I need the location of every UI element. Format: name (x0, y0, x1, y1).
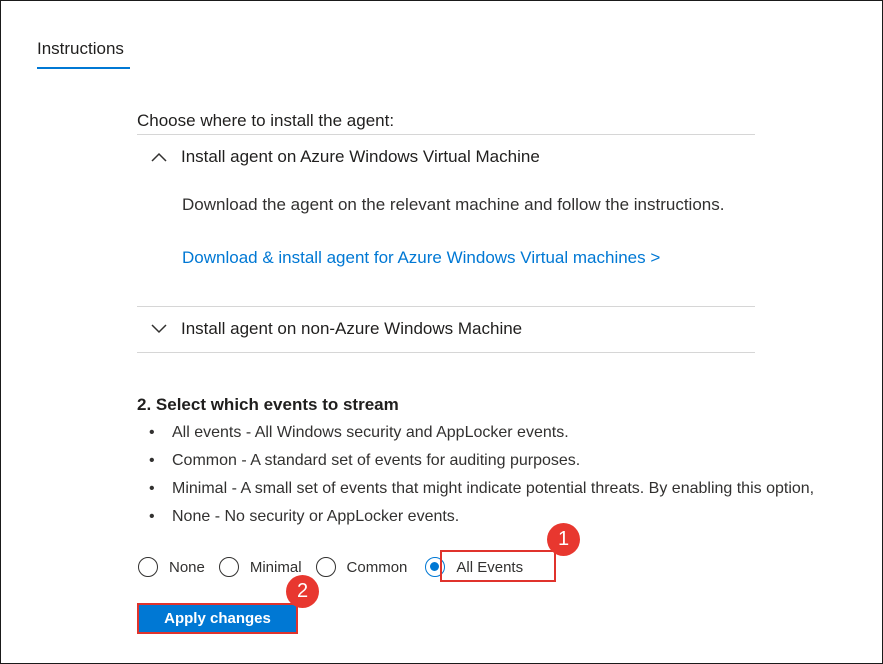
chevron-up-icon (137, 152, 181, 162)
list-item: • All events - All Windows security and A… (149, 424, 569, 441)
azure-description: Download the agent on the relevant machi… (182, 195, 725, 214)
radio-none[interactable]: None (138, 557, 205, 577)
list-item: • Common - A standard set of events for a… (149, 452, 581, 469)
step-2-badge: 2 (286, 575, 319, 608)
install-heading: Choose where to install the agent: (137, 111, 395, 130)
chevron-down-icon (137, 324, 181, 334)
apply-changes-button[interactable]: Apply changes (138, 604, 297, 633)
list-item: • Minimal - A small set of events that mi… (149, 480, 815, 497)
radio-all-events[interactable]: All Events (425, 557, 523, 577)
step-1-badge: 1 (547, 523, 580, 556)
events-heading: 2. Select which events to stream (137, 395, 399, 414)
instructions-panel: Instructions Choose where to install the… (0, 0, 883, 664)
radio-minimal[interactable]: Minimal (218, 557, 302, 577)
radio-common[interactable]: Common (315, 557, 407, 577)
radio-circle[interactable] (315, 557, 336, 577)
events-description-list: • All events - All Windows security and A… (149, 422, 882, 534)
events-radio-group: None Minimal Common All Events (138, 553, 523, 581)
tab-active-indicator (37, 67, 130, 69)
accordion-nonazure-header[interactable]: Install agent on non-Azure Windows Machi… (137, 309, 755, 349)
radio-circle[interactable] (218, 557, 239, 577)
divider (137, 352, 755, 353)
accordion-azure-title: Install agent on Azure Windows Virtual M… (181, 147, 540, 166)
list-item: • None - No security or AppLocker events. (149, 508, 460, 525)
azure-download-link[interactable]: Download & install agent for Azure Windo… (182, 248, 660, 268)
radio-circle[interactable] (138, 557, 158, 577)
accordion-azure-header[interactable]: Install agent on Azure Windows Virtual M… (137, 137, 755, 177)
divider (137, 134, 755, 135)
radio-circle-selected[interactable] (425, 557, 446, 577)
tab-instructions[interactable]: Instructions (37, 39, 124, 59)
divider (137, 306, 755, 307)
accordion-nonazure-title: Install agent on non-Azure Windows Machi… (181, 319, 523, 338)
